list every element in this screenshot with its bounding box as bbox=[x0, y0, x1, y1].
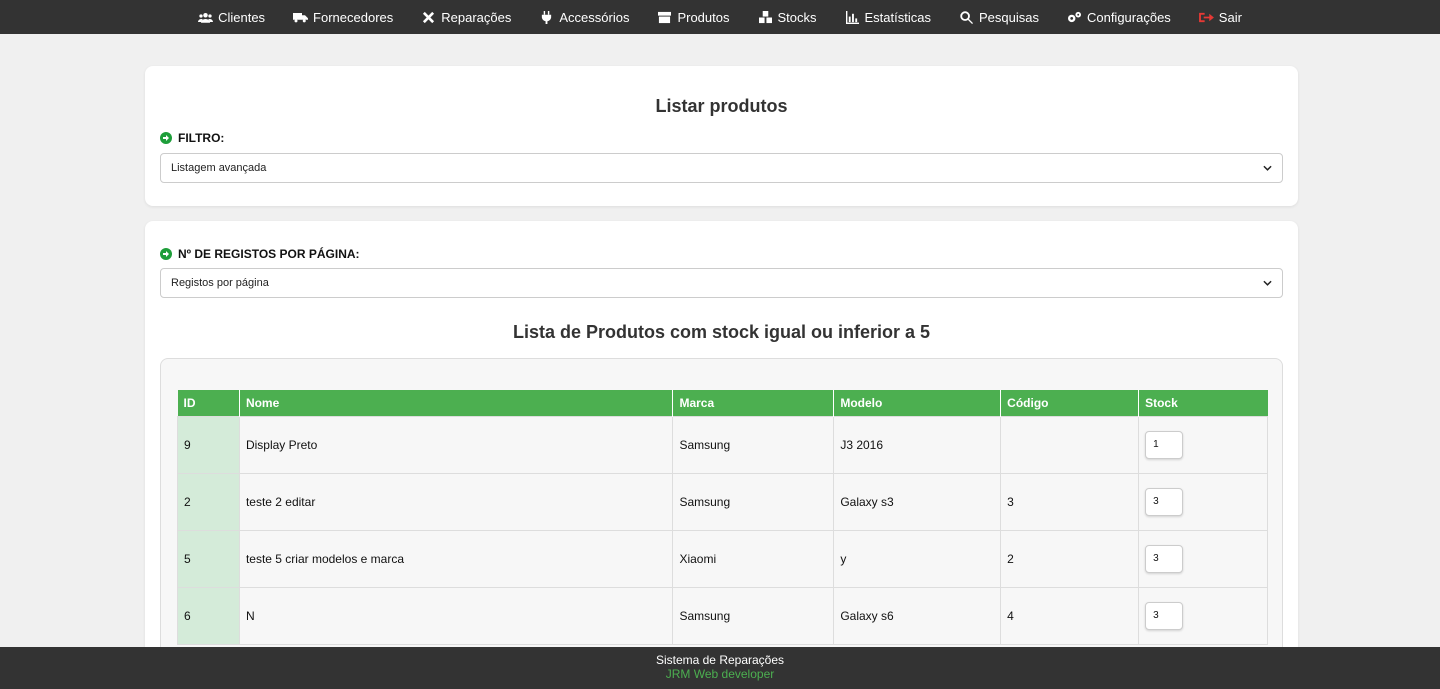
nav-label: Stocks bbox=[777, 9, 817, 25]
arrow-circle-right-icon bbox=[160, 132, 172, 144]
table-row[interactable]: 2 teste 2 editar Samsung Galaxy s3 3 3 bbox=[177, 472, 1268, 531]
nav-label: Reparações bbox=[441, 9, 512, 25]
cell-nome: teste 2 editar bbox=[238, 472, 674, 531]
cell-id: 6 bbox=[177, 586, 240, 645]
column-header-stock[interactable]: Stock bbox=[1138, 390, 1268, 416]
footer-title: Sistema de Reparações bbox=[655, 653, 785, 667]
cell-codigo: 4 bbox=[1000, 586, 1140, 645]
tools-icon bbox=[423, 11, 435, 23]
nav-pesquisas[interactable]: Pesquisas bbox=[959, 10, 1039, 25]
sign-out-icon bbox=[1198, 12, 1214, 22]
filter-select[interactable]: Listagem avançada bbox=[160, 153, 1283, 183]
nav-stocks[interactable]: Stocks bbox=[758, 10, 817, 25]
cell-marca: Xiaomi bbox=[672, 529, 835, 588]
nav-configuracoes[interactable]: Configurações bbox=[1067, 10, 1171, 25]
cell-modelo: Galaxy s6 bbox=[833, 586, 1002, 645]
column-header-marca[interactable]: Marca bbox=[672, 390, 834, 416]
cell-marca: Samsung bbox=[672, 472, 835, 531]
nav-sair[interactable]: Sair bbox=[1198, 9, 1242, 25]
cell-id: 9 bbox=[177, 415, 240, 474]
top-navigation: Clientes Fornecedores Reparações Accessó… bbox=[0, 0, 1440, 34]
nav-label: Estatísticas bbox=[864, 9, 931, 25]
per-page-select[interactable]: Registos por página bbox=[160, 268, 1283, 298]
column-header-modelo[interactable]: Modelo bbox=[833, 390, 1001, 416]
cell-codigo: 2 bbox=[1000, 529, 1140, 588]
cell-modelo: Galaxy s3 bbox=[833, 472, 1002, 531]
filter-card: Listar produtos FILTRO: Listagem avançad… bbox=[145, 66, 1298, 206]
stock-input[interactable]: 3 bbox=[1145, 601, 1184, 630]
chevron-down-icon bbox=[1263, 165, 1272, 171]
table-row[interactable]: 5 teste 5 criar modelos e marca Xiaomi y… bbox=[177, 529, 1268, 588]
nav-label: Accessórios bbox=[559, 9, 630, 25]
filter-label: FILTRO: bbox=[178, 131, 225, 145]
stock-input[interactable]: 3 bbox=[1145, 487, 1184, 516]
cell-codigo: 3 bbox=[1000, 472, 1140, 531]
gears-icon bbox=[1067, 11, 1081, 22]
per-page-label: Nº DE REGISTOS POR PÁGINA: bbox=[178, 247, 360, 261]
stock-input[interactable]: 1 bbox=[1145, 430, 1184, 459]
box-icon bbox=[658, 11, 672, 23]
nav-produtos[interactable]: Produtos bbox=[657, 9, 730, 25]
product-list-card: Nº DE REGISTOS POR PÁGINA: Registos por … bbox=[145, 221, 1298, 668]
table-container: ID Nome Marca Modelo Código Stock 9 Disp… bbox=[160, 358, 1283, 668]
cell-marca: Samsung bbox=[672, 586, 835, 645]
cell-modelo: J3 2016 bbox=[833, 415, 1002, 474]
per-page-select-value: Registos por página bbox=[171, 277, 269, 289]
nav-estatisticas[interactable]: Estatísticas bbox=[845, 10, 931, 25]
cell-nome: teste 5 criar modelos e marca bbox=[238, 529, 674, 588]
nav-label: Fornecedores bbox=[313, 9, 394, 25]
column-header-nome[interactable]: Nome bbox=[238, 390, 673, 416]
nav-label: Configurações bbox=[1086, 9, 1171, 25]
boxes-icon bbox=[758, 10, 772, 23]
cell-stock: 3 bbox=[1138, 586, 1268, 645]
nav-reparacoes[interactable]: Reparações bbox=[421, 10, 511, 25]
cell-nome: Display Preto bbox=[238, 415, 674, 474]
cell-codigo bbox=[1000, 415, 1140, 474]
table-header-row: ID Nome Marca Modelo Código Stock bbox=[177, 390, 1268, 416]
nav-label: Pesquisas bbox=[978, 9, 1039, 25]
cell-id: 2 bbox=[177, 472, 240, 531]
users-icon bbox=[198, 12, 214, 23]
filter-select-value: Listagem avançada bbox=[171, 162, 267, 174]
footer-credit-link[interactable]: JRM Web developer bbox=[0, 667, 1440, 681]
per-page-label-row: Nº DE REGISTOS POR PÁGINA: bbox=[160, 247, 360, 261]
nav-clientes[interactable]: Clientes bbox=[198, 10, 265, 25]
cell-stock: 1 bbox=[1138, 415, 1268, 474]
filter-label-row: FILTRO: bbox=[160, 131, 224, 145]
table-row[interactable]: 6 N Samsung Galaxy s6 4 3 bbox=[177, 586, 1268, 645]
cell-modelo: y bbox=[833, 529, 1002, 588]
arrow-circle-right-icon bbox=[160, 248, 172, 260]
products-table: ID Nome Marca Modelo Código Stock 9 Disp… bbox=[177, 390, 1268, 645]
footer: Sistema de Reparações JRM Web developer bbox=[0, 647, 1440, 689]
nav-label: Clientes bbox=[218, 9, 266, 25]
cell-marca: Samsung bbox=[672, 415, 835, 474]
page-title: Listar produtos bbox=[655, 96, 788, 116]
truck-icon bbox=[293, 12, 309, 22]
nav-accessorios[interactable]: Accessórios bbox=[539, 10, 629, 25]
column-header-codigo[interactable]: Código bbox=[1000, 390, 1139, 416]
nav-fornecedores[interactable]: Fornecedores bbox=[293, 10, 393, 25]
chart-icon bbox=[845, 10, 859, 24]
table-row[interactable]: 9 Display Preto Samsung J3 2016 1 bbox=[177, 415, 1268, 474]
cell-nome: N bbox=[238, 586, 674, 645]
nav-label: Sair bbox=[1218, 9, 1242, 25]
list-title: Lista de Produtos com stock igual ou inf… bbox=[512, 322, 931, 342]
chevron-down-icon bbox=[1263, 280, 1272, 286]
cell-stock: 3 bbox=[1138, 472, 1268, 531]
plug-icon bbox=[542, 10, 552, 24]
cell-stock: 3 bbox=[1138, 529, 1268, 588]
search-icon bbox=[960, 10, 973, 24]
cell-id: 5 bbox=[177, 529, 240, 588]
column-header-id[interactable]: ID bbox=[177, 390, 240, 416]
stock-input[interactable]: 3 bbox=[1145, 544, 1184, 573]
nav-label: Produtos bbox=[677, 9, 730, 25]
